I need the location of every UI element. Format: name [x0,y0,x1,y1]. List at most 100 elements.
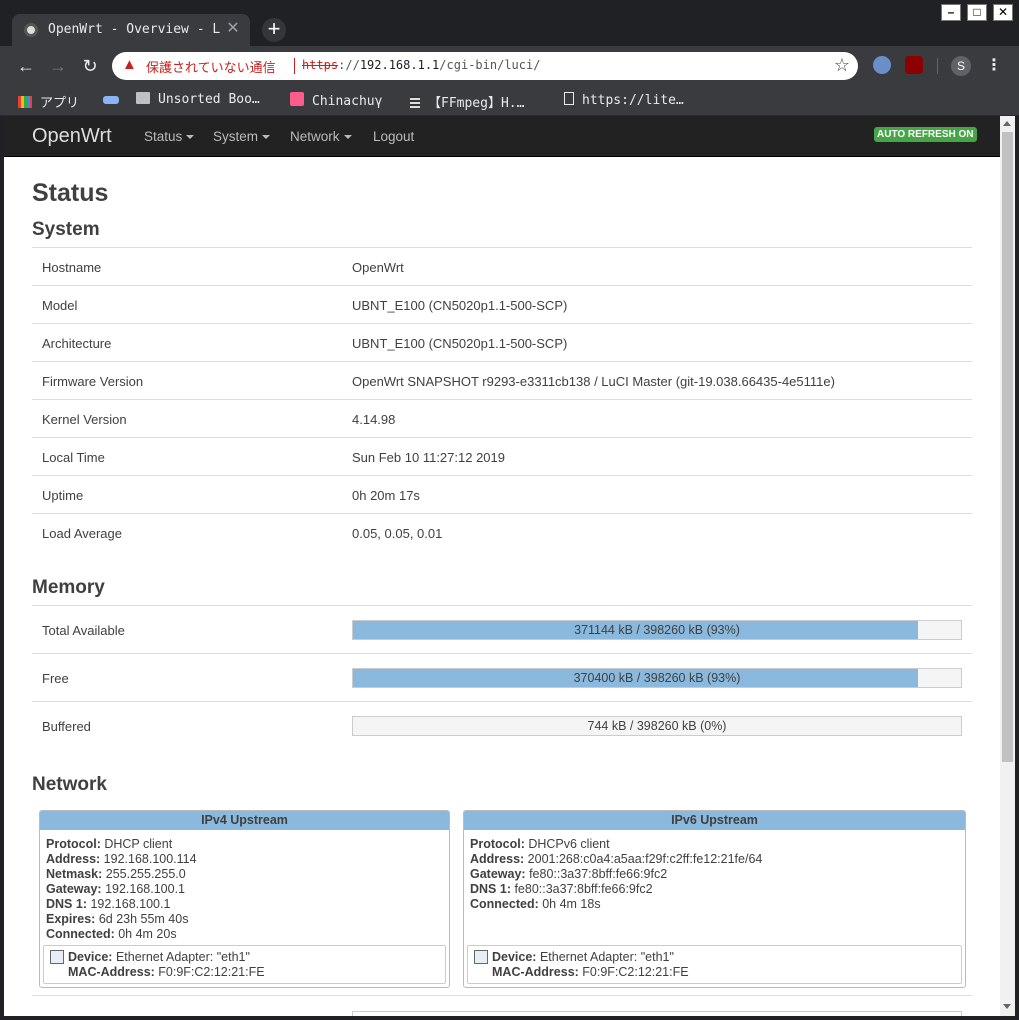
ipv4-line: Connected: 0h 4m 20s [46,927,177,941]
line-label: MAC-Address: [492,965,579,979]
reload-icon[interactable]: ↻ [78,54,102,78]
scroll-down-icon[interactable] [1003,1004,1011,1009]
caret-down-icon [262,135,271,139]
profile-avatar[interactable]: S [951,56,971,76]
device-line: Device: Ethernet Adapter: "eth1" [68,950,250,964]
bookmark-label: Unsorted Boo… [158,92,260,107]
bookmark-label: 【FFmpeg】H.… [428,96,525,111]
ipv4-device-box: Device: Ethernet Adapter: "eth1" MAC-Add… [43,945,446,984]
warning-triangle-icon: ▲ [122,56,137,73]
bookmark-apps[interactable]: アプリ [18,92,79,111]
progress-text: 371144 kB / 398260 kB (93%) [574,623,740,637]
table-row: Uptime 0h 20m 17s [32,475,972,513]
row-key: Hostname [42,260,102,275]
auto-refresh-badge[interactable]: AUTO REFRESH ON [874,127,977,142]
line-label: Device: [492,950,537,964]
bookmark-extension[interactable] [103,92,127,110]
bookmark-ffmpeg[interactable]: 【FFmpeg】H.… [410,92,525,111]
line-value: Ethernet Adapter: "eth1" [112,950,250,964]
bookmark-lite[interactable]: https://lite… [564,92,684,110]
film-icon [410,96,420,108]
ipv4-line: Gateway: 192.168.100.1 [46,882,185,896]
line-value: F0:9F:C2:12:21:FE [578,965,689,979]
line-label: Address: [470,852,525,866]
memory-row: Total Available 371144 kB / 398260 kB (9… [32,605,972,653]
device-line: Device: Ethernet Adapter: "eth1" [492,950,674,964]
row-value: OpenWrt [352,260,404,275]
toolbar-divider [937,58,938,74]
bookmark-chinachu[interactable]: Chinachuγ [290,92,382,110]
line-label: Connected: [470,897,539,911]
url-text[interactable]: https://192.168.1.1/cgi-bin/luci/ [302,58,540,72]
page-scrollbar[interactable] [1000,116,1015,1016]
line-value: 192.168.100.1 [101,882,186,896]
forward-arrow-icon[interactable]: → [46,54,70,78]
browser-menu-icon[interactable]: ⋮ [986,55,1002,75]
line-value: DHCPv6 client [524,837,610,851]
system-heading: System [32,219,100,240]
apps-grid-icon [18,96,32,108]
line-label: Device: [68,950,113,964]
back-arrow-icon[interactable]: ← [14,54,38,78]
table-row: Architecture UBNT_E100 (CN5020p1.1-500-SC… [32,323,972,361]
nav-network[interactable]: Network [290,129,352,144]
line-value: DHCP client [100,837,173,851]
nav-logout[interactable]: Logout [373,129,414,144]
ipv4-upstream-box: IPv4 Upstream Protocol: DHCP client Addr… [39,810,450,988]
ipv6-line: Protocol: DHCPv6 client [470,837,610,851]
progress-text: 744 kB / 398260 kB (0%) [587,719,727,733]
progress-bar: 370400 kB / 398260 kB (93%) [352,668,962,688]
row-value: Sun Feb 10 11:27:12 2019 [352,450,505,465]
browser-window: OpenWrt - Overview - L ✕ + – □ ✕ ← → ↻ ▲… [0,0,1019,1020]
scroll-thumb[interactable] [1002,132,1013,762]
mac-line: MAC-Address: F0:9F:C2:12:21:FE [492,965,689,979]
pink-square-icon [290,92,304,106]
line-label: Protocol: [46,837,101,851]
brand-logo[interactable]: OpenWrt [32,125,112,148]
line-value: F0:9F:C2:12:21:FE [154,965,265,979]
bookmark-unsorted[interactable]: Unsorted Boo… [136,92,260,110]
page-title: Status [32,179,109,207]
tab-close-icon[interactable]: ✕ [224,19,242,39]
bookmarks-bar: アプリ Unsorted Boo… Chinachuγ 【FFmpeg】H.… … [0,86,1019,116]
ipv6-line: Gateway: fe80::3a37:8bff:fe66:9fc2 [470,867,667,881]
page-icon [564,92,574,105]
ipv6-device-box: Device: Ethernet Adapter: "eth1" MAC-Add… [467,945,962,984]
row-key: Local Time [42,450,105,465]
ipv6-line: DNS 1: fe80::3a37:8bff:fe66:9fc2 [470,882,653,896]
maximize-button[interactable]: □ [967,4,987,21]
row-key: Uptime [42,488,84,503]
address-bar[interactable]: ▲ 保護されていない通信 https://192.168.1.1/cgi-bin… [112,52,858,80]
nav-status[interactable]: Status [144,129,195,144]
close-window-button[interactable]: ✕ [993,4,1013,21]
table-row: Load Average 0.05, 0.05, 0.01 [32,513,972,551]
nav-system[interactable]: System [213,129,271,144]
line-value: 192.168.100.1 [86,897,171,911]
line-value: 255.255.255.0 [102,867,186,881]
browser-tab[interactable]: OpenWrt - Overview - L ✕ [12,14,250,46]
line-value: 192.168.100.114 [100,852,197,866]
row-key: Total Available [42,623,125,638]
ipv4-line: Protocol: DHCP client [46,837,172,851]
not-secure-label: 保護されていない通信 [146,60,276,75]
tab-strip: OpenWrt - Overview - L ✕ + – □ ✕ [0,0,1019,46]
ublock-extension-icon[interactable] [905,56,923,74]
row-key: Kernel Version [42,412,127,427]
bookmark-star-icon[interactable]: ☆ [834,55,850,76]
extension-bookmark-icon [103,96,119,104]
line-label: Gateway: [470,867,526,881]
line-value: 0h 4m 20s [114,927,177,941]
minimize-button[interactable]: – [941,4,961,21]
url-host: 192.168.1.1 [359,58,440,72]
bookmark-label: https://lite… [582,93,684,108]
nav-label: System [213,129,259,144]
scroll-up-icon[interactable] [1003,121,1011,126]
section-divider [32,995,972,996]
row-key: Firmware Version [42,374,144,389]
line-value: 2001:268:c0a4:a5aa:f29f:c2ff:fe12:21fe/6… [524,852,763,866]
new-tab-button[interactable]: + [262,18,286,42]
ipv6-line: Connected: 0h 4m 18s [470,897,601,911]
line-label: Expires: [46,912,96,926]
row-key: Free [42,671,69,686]
globe-extension-icon[interactable] [873,56,891,74]
